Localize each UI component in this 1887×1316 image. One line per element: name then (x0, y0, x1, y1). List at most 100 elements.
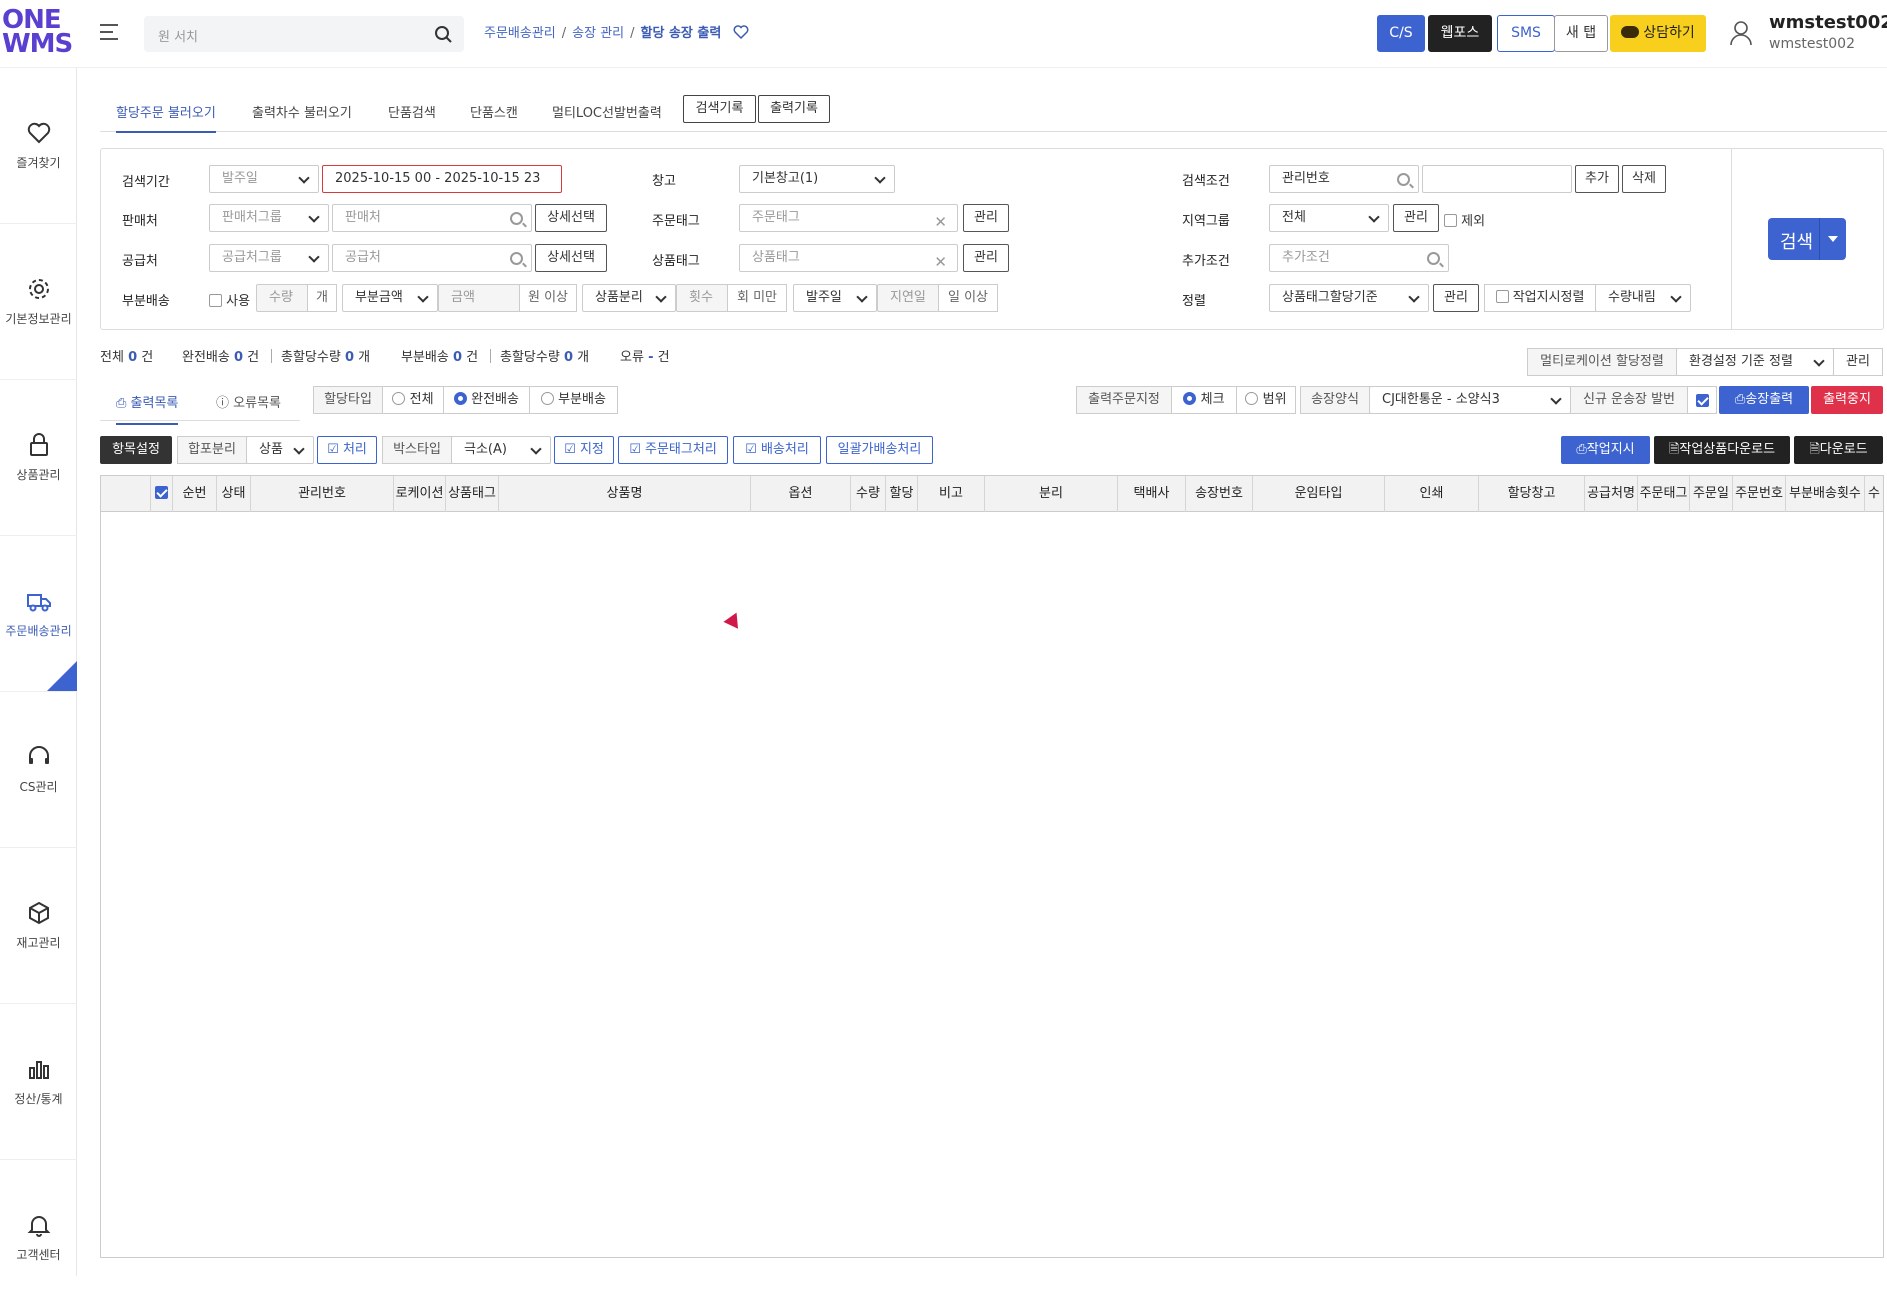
product-split-select[interactable]: 상품분리 (582, 284, 676, 312)
box-assign-button[interactable]: ☑ 지정 (554, 436, 614, 464)
breadcrumb-item-order[interactable]: 주문배송관리 (484, 26, 556, 41)
extra-search-icon[interactable] (1427, 252, 1440, 265)
env-sort-manage-button[interactable]: 관리 (1833, 348, 1883, 376)
check-radio[interactable]: 체크 (1171, 386, 1237, 414)
alloc-full-radio[interactable]: 완전배송 (443, 386, 530, 414)
col-header[interactable]: 분리 (985, 476, 1118, 512)
tab-multi-loc[interactable]: 멀티LOC선발번출력 (552, 102, 662, 121)
sidebar-item-order-shipping[interactable]: 주문배송관리 (0, 536, 77, 692)
col-header[interactable]: 상태 (217, 476, 251, 512)
col-header[interactable]: 운임타입 (1253, 476, 1385, 512)
print-log-button[interactable]: 출력기록 (758, 95, 830, 123)
alloc-all-radio[interactable]: 전체 (382, 386, 444, 414)
onewms-logo[interactable]: ONE WMS (2, 7, 73, 62)
col-header[interactable]: 할당 (886, 476, 918, 512)
radio-off[interactable] (392, 392, 406, 405)
col-header[interactable]: 공급처명 (1585, 476, 1638, 512)
sidebar-item-basic-info[interactable]: 기본정보관리 (0, 224, 77, 380)
sort-select[interactable]: 상품태그할당기준 (1269, 284, 1429, 312)
product-tag-manage-button[interactable]: 관리 (963, 244, 1009, 272)
col-header[interactable]: 상품태그 (446, 476, 499, 512)
sidebar-item-favorites[interactable]: 즐겨찾기 (0, 68, 77, 224)
supplier-group-select[interactable]: 공급처그룹 (209, 244, 329, 272)
col-header[interactable]: 인쇄 (1385, 476, 1479, 512)
sidebar-item-products[interactable]: 상품관리 (0, 380, 77, 536)
search-log-button[interactable]: 검색기록 (683, 95, 756, 123)
alloc-partial-radio[interactable]: 부분배송 (529, 386, 618, 414)
col-header[interactable]: 로케이션 (394, 476, 446, 512)
item-settings-button[interactable]: 항목설정 (100, 436, 172, 464)
sort-manage-button[interactable]: 관리 (1433, 284, 1479, 312)
radio-off[interactable] (541, 392, 554, 405)
sms-button[interactable]: SMS (1497, 15, 1555, 52)
count-input[interactable]: 횟수 (676, 284, 728, 312)
download-button[interactable]: 🗎다운로드 (1794, 436, 1883, 464)
supplier-search-icon[interactable] (510, 252, 523, 265)
tab-print-batch[interactable]: 출력차수 불러오기 (252, 102, 352, 121)
invoice-format-select[interactable]: CJ대한통운 - 소양식3 (1369, 386, 1571, 414)
consult-button[interactable]: 상담하기 (1610, 15, 1706, 52)
col-header[interactable]: 택배사 (1118, 476, 1186, 512)
use-checkbox-box[interactable] (209, 294, 222, 307)
col-header[interactable]: 주문번호 (1733, 476, 1786, 512)
col-header[interactable]: 송장번호 (1186, 476, 1253, 512)
delay-input[interactable]: 지연일 (877, 284, 939, 312)
col-header[interactable]: 주문태그 (1638, 476, 1690, 512)
sidebar-item-cs[interactable]: CS관리 (0, 692, 77, 848)
breadcrumb-item-invoice[interactable]: 송장 관리 (572, 26, 624, 41)
merge-split-process-button[interactable]: ☑ 처리 (317, 436, 377, 464)
tab-single-search[interactable]: 단품검색 (388, 102, 436, 121)
col-header[interactable]: 순번 (173, 476, 217, 512)
product-tag-input[interactable]: 상품태그 ✕ (739, 244, 958, 272)
seller-group-select[interactable]: 판매처그룹 (209, 204, 329, 232)
new-tab-button[interactable]: 새 탭 (1554, 15, 1608, 52)
tab-error-list[interactable]: ⓘ 오류목록 (216, 392, 281, 411)
search-icon[interactable] (434, 25, 452, 43)
amount-input[interactable]: 금액 (438, 284, 520, 312)
cond-search-icon[interactable] (1397, 173, 1410, 186)
cs-button[interactable]: C/S (1377, 15, 1425, 52)
order-tag-manage-button[interactable]: 관리 (963, 204, 1009, 232)
work-sort-checkbox-box[interactable] (1495, 290, 1509, 303)
cond-add-button[interactable]: 추가 (1575, 165, 1619, 193)
supplier-detail-button[interactable]: 상세선택 (535, 244, 607, 272)
seller-search-icon[interactable] (510, 212, 523, 225)
select-all-checkbox[interactable] (155, 486, 168, 499)
env-sort-select[interactable]: 환경설정 기준 정렬 (1676, 348, 1834, 376)
col-header[interactable]: 관리번호 (251, 476, 394, 512)
qty-desc-select[interactable]: 수량내림 (1595, 284, 1691, 312)
new-invoice-checkbox[interactable] (1687, 386, 1717, 414)
warehouse-select[interactable]: 기본창고(1) (739, 165, 895, 193)
col-header[interactable]: 비고 (918, 476, 985, 512)
order-date-select[interactable]: 발주일 (793, 284, 877, 312)
work-download-button[interactable]: 🗎작업상품다운로드 (1654, 436, 1790, 464)
tab-alloc-orders[interactable]: 할당주문 불러오기 (116, 102, 216, 133)
col-header[interactable]: 수 (1865, 476, 1883, 512)
extra-input[interactable]: 추가조건 (1269, 244, 1449, 272)
col-header[interactable]: 상품명 (499, 476, 751, 512)
sidebar-item-support[interactable]: 고객센터 (0, 1160, 77, 1316)
cond-delete-button[interactable]: 삭제 (1622, 165, 1666, 193)
global-search-input[interactable]: 원 서치 (144, 16, 464, 52)
clear-icon[interactable]: ✕ (934, 209, 947, 235)
supplier-input[interactable]: 공급처 (332, 244, 532, 272)
region-manage-button[interactable]: 관리 (1393, 204, 1439, 232)
order-tag-input[interactable]: 주문태그 ✕ (739, 204, 958, 232)
print-invoice-button[interactable]: ⎙송장출력 (1719, 386, 1809, 414)
col-header[interactable]: 주문일 (1690, 476, 1733, 512)
exclude-checkbox-box[interactable] (1444, 214, 1457, 227)
stop-print-button[interactable]: 출력중지 (1811, 386, 1883, 414)
seller-detail-button[interactable]: 상세선택 (535, 204, 607, 232)
user-name[interactable]: wmstest002 (1769, 12, 1887, 33)
radio-on[interactable] (454, 392, 467, 405)
use-checkbox[interactable]: 사용 (209, 290, 250, 309)
radio-off[interactable] (1245, 392, 1259, 405)
col-header[interactable]: 부분배송횟수 (1786, 476, 1865, 512)
cond-select[interactable]: 관리번호 (1269, 165, 1419, 193)
period-select[interactable]: 발주일 (209, 165, 319, 193)
order-tag-process-button[interactable]: ☑ 주문태그처리 (618, 436, 728, 464)
clear-icon[interactable]: ✕ (934, 249, 947, 275)
col-select-all[interactable] (151, 476, 173, 512)
col-header[interactable]: 옵션 (751, 476, 851, 512)
region-select[interactable]: 전체 (1269, 204, 1389, 232)
